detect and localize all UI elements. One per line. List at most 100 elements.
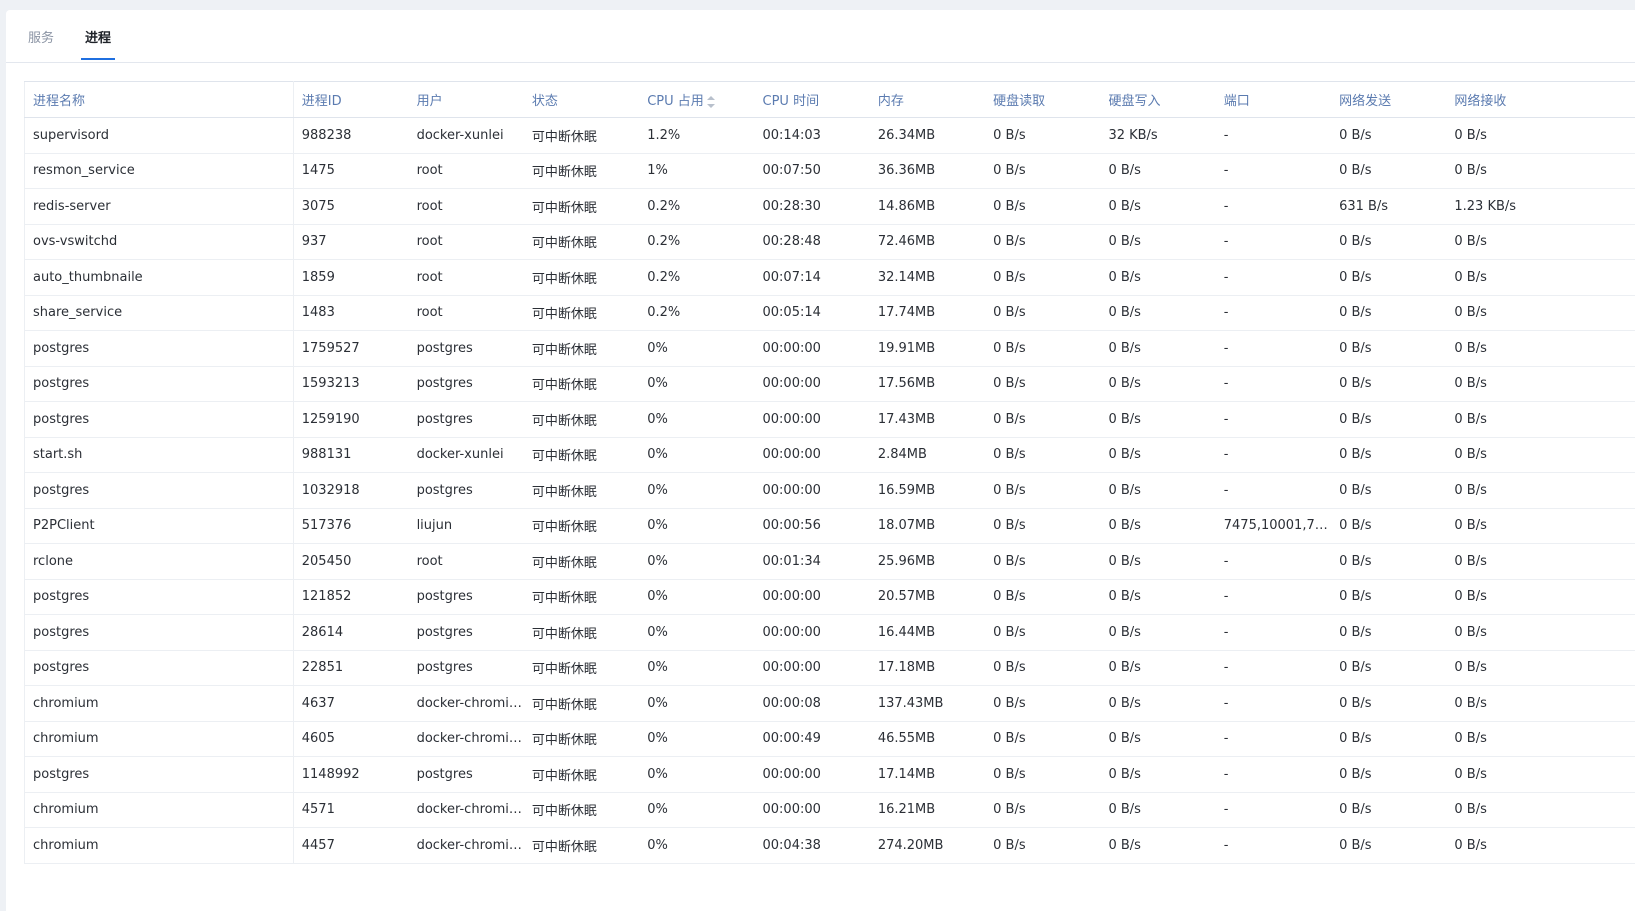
process-status-cell: 可中断休眠 [523,472,640,509]
process-id-cell: 1148992 [293,756,409,793]
process-id-cell: 988238 [293,117,409,154]
cpu-time-cell: 00:00:00 [754,330,870,367]
column-header-user[interactable]: 用户 [408,81,524,118]
cpu-usage-cell: 0% [639,614,755,651]
net-send-cell: 0 B/s [1331,721,1447,757]
process-id-cell: 1483 [293,295,409,331]
disk-write-cell: 0 B/s [1100,508,1216,544]
table-row[interactable]: postgres 1259190 postgres 可中断休眠 0% 00:00:00 17… [24,401,1635,438]
table-row[interactable]: rclone 205450 root 可中断休眠 0% 00:01:34 25.96MB 0 … [24,543,1635,580]
cpu-time-cell: 00:00:08 [754,685,870,722]
tab-processes[interactable]: 进程 [80,27,116,60]
process-user-cell: docker-xunlei [408,117,524,154]
process-status-cell: 可中断休眠 [523,579,640,615]
cpu-usage-cell: 0% [639,401,755,438]
column-header-disk-write[interactable]: 硬盘写入 [1100,81,1216,118]
disk-read-cell: 0 B/s [985,188,1101,225]
column-header-net-recv[interactable]: 网络接收 [1446,81,1635,118]
table-row[interactable]: postgres 1759527 postgres 可中断休眠 0% 00:00:00 19… [24,330,1635,367]
table-row[interactable]: resmon_service 1475 root 可中断休眠 1% 00:07:50 36.… [24,153,1635,189]
process-id-cell: 121852 [293,579,409,615]
tab-services[interactable]: 服务 [28,27,54,60]
disk-write-cell: 0 B/s [1100,472,1216,509]
process-user-cell: docker-chromium [408,685,524,722]
table-row[interactable]: chromium 4457 docker-chromium 可中断休眠 0% 00:04:… [24,827,1635,864]
memory-cell: 137.43MB [869,685,986,722]
disk-read-cell: 0 B/s [985,756,1101,793]
cpu-usage-cell: 0% [639,650,755,686]
table-row[interactable]: postgres 28614 postgres 可中断休眠 0% 00:00:00 16.4… [24,614,1635,651]
table-row[interactable]: start.sh 988131 docker-xunlei 可中断休眠 0% 00:00:… [24,437,1635,473]
table-row[interactable]: supervisord 988238 docker-xunlei 可中断休眠 1.2% 0… [24,117,1635,154]
table-row[interactable]: chromium 4605 docker-chromium 可中断休眠 0% 00:00:… [24,721,1635,757]
column-header-name[interactable]: 进程名称 [24,81,294,118]
cpu-time-cell: 00:05:14 [754,295,870,331]
table-row[interactable]: P2PClient 517376 liujun 可中断休眠 0% 00:00:56 18.0… [24,508,1635,544]
process-name-cell: share_service [24,295,294,331]
cpu-time-cell: 00:00:00 [754,614,870,651]
net-recv-cell: 0 B/s [1446,721,1635,757]
process-user-cell: postgres [408,401,524,438]
process-user-cell: postgres [408,472,524,509]
process-id-cell: 1475 [293,153,409,189]
disk-read-cell: 0 B/s [985,543,1101,580]
disk-write-cell: 0 B/s [1100,685,1216,722]
memory-cell: 16.21MB [869,792,986,828]
net-recv-cell: 0 B/s [1446,792,1635,828]
disk-write-cell: 0 B/s [1100,721,1216,757]
sort-icon[interactable] [706,95,715,108]
cpu-usage-cell: 0% [639,472,755,509]
memory-cell: 16.44MB [869,614,986,651]
process-status-cell: 可中断休眠 [523,188,640,225]
table-row[interactable]: postgres 22851 postgres 可中断休眠 0% 00:00:00 17.1… [24,650,1635,686]
column-header-memory[interactable]: 内存 [869,81,986,118]
cpu-usage-cell: 0% [639,792,755,828]
port-cell: - [1215,259,1332,296]
disk-write-cell: 0 B/s [1100,579,1216,615]
table-row[interactable]: postgres 1032918 postgres 可中断休眠 0% 00:00:00 16… [24,472,1635,509]
process-id-cell: 1859 [293,259,409,296]
column-header-net-send[interactable]: 网络发送 [1331,81,1447,118]
column-header-cpu[interactable]: CPU 占用 [639,81,755,118]
table-row[interactable]: chromium 4637 docker-chromium 可中断休眠 0% 00:00:… [24,685,1635,722]
cpu-usage-cell: 0.2% [639,224,755,260]
column-header-pid[interactable]: 进程ID [293,81,409,118]
net-send-cell: 0 B/s [1331,508,1447,544]
column-header-status[interactable]: 状态 [523,81,640,118]
process-status-cell: 可中断休眠 [523,614,640,651]
process-id-cell: 4457 [293,827,409,864]
column-header-port[interactable]: 端口 [1215,81,1332,118]
table-row[interactable]: auto_thumbnaile 1859 root 可中断休眠 0.2% 00:07:14… [24,259,1635,296]
net-send-cell: 0 B/s [1331,472,1447,509]
disk-write-cell: 0 B/s [1100,224,1216,260]
net-send-cell: 0 B/s [1331,792,1447,828]
table-row[interactable]: chromium 4571 docker-chromium 可中断休眠 0% 00:00:… [24,792,1635,828]
memory-cell: 16.59MB [869,472,986,509]
cpu-time-cell: 00:00:56 [754,508,870,544]
table-row[interactable]: share_service 1483 root 可中断休眠 0.2% 00:05:14 17… [24,295,1635,331]
table-row[interactable]: postgres 1148992 postgres 可中断休眠 0% 00:00:00 17… [24,756,1635,793]
memory-cell: 14.86MB [869,188,986,225]
process-user-cell: root [408,543,524,580]
process-name-cell: P2PClient [24,508,294,544]
disk-read-cell: 0 B/s [985,437,1101,473]
process-name-cell: postgres [24,366,294,402]
process-name-cell: resmon_service [24,153,294,189]
disk-write-cell: 0 B/s [1100,827,1216,864]
table-row[interactable]: postgres 1593213 postgres 可中断休眠 0% 00:00:00 17… [24,366,1635,402]
net-recv-cell: 0 B/s [1446,437,1635,473]
table-row[interactable]: postgres 121852 postgres 可中断休眠 0% 00:00:00 20.… [24,579,1635,615]
table-row[interactable]: redis-server 3075 root 可中断休眠 0.2% 00:28:30 14.… [24,188,1635,225]
cpu-usage-cell: 1% [639,153,755,189]
disk-read-cell: 0 B/s [985,721,1101,757]
disk-read-cell: 0 B/s [985,792,1101,828]
process-name-cell: postgres [24,650,294,686]
column-header-disk-read[interactable]: 硬盘读取 [985,81,1101,118]
cpu-time-cell: 00:28:48 [754,224,870,260]
process-id-cell: 28614 [293,614,409,651]
process-user-cell: root [408,224,524,260]
cpu-usage-cell: 0% [639,579,755,615]
table-row[interactable]: ovs-vswitchd 937 root 可中断休眠 0.2% 00:28:48 72.4… [24,224,1635,260]
column-header-cpu-time[interactable]: CPU 时间 [754,81,870,118]
net-send-cell: 0 B/s [1331,827,1447,864]
